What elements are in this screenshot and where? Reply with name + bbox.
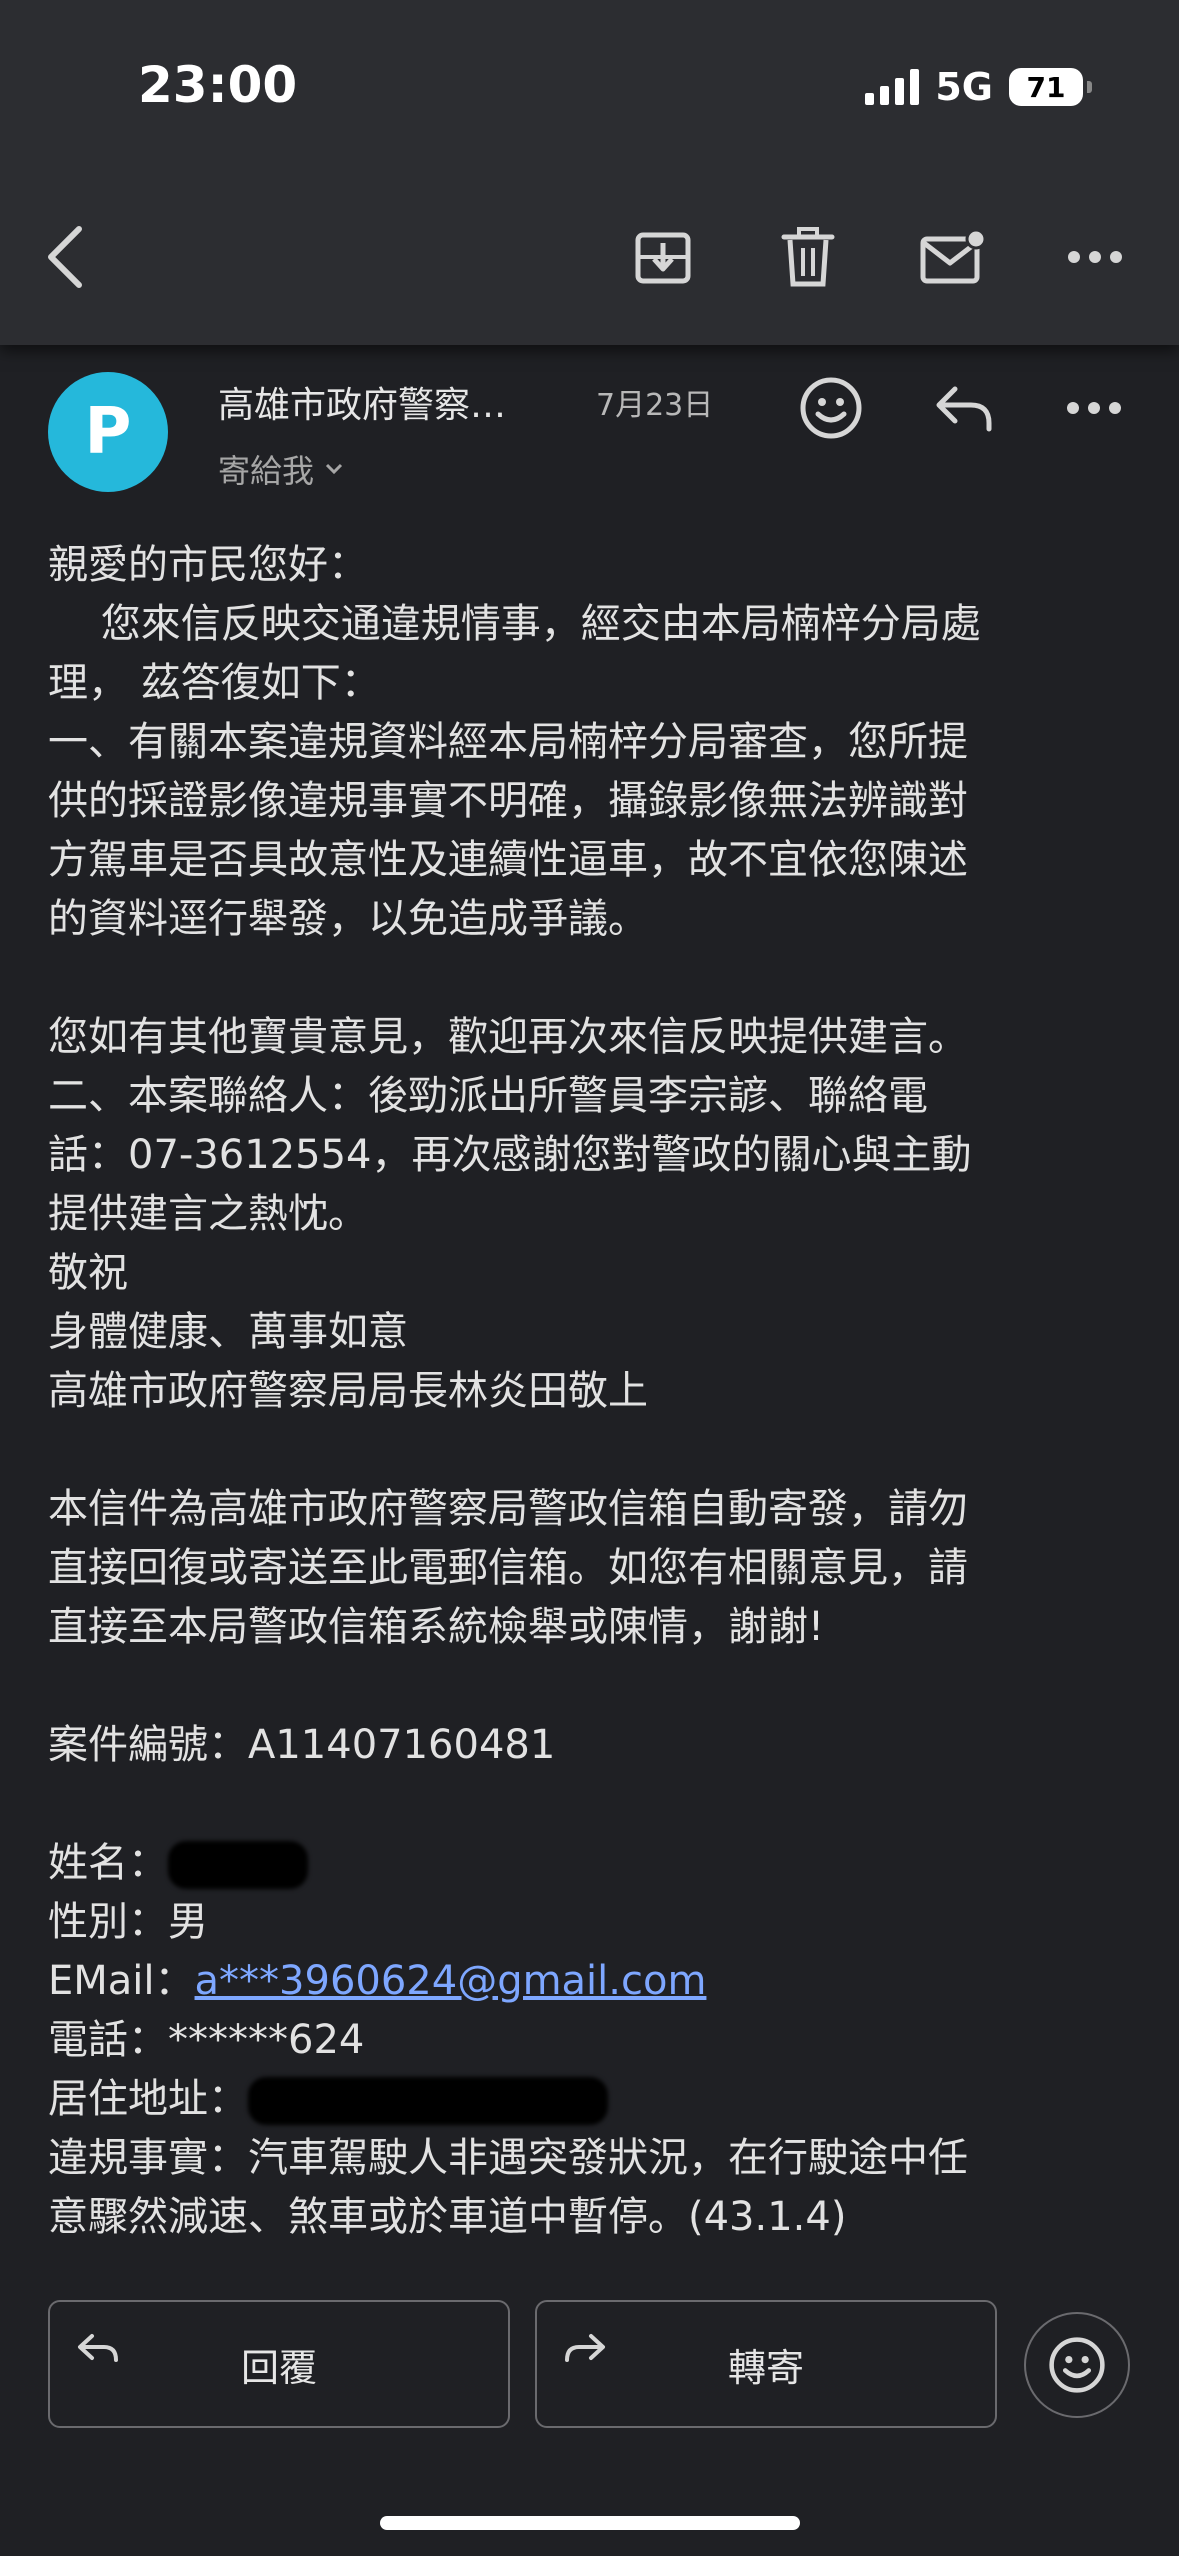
forward-label: 轉寄 xyxy=(727,2345,804,2390)
violation-line: 違規事實：汽車駕駛人非遇突發狀況，在行駛途中任 xyxy=(48,2135,968,2181)
redacted-address xyxy=(248,2077,608,2125)
body-line: 直接至本局警政信箱系統檢舉或陳情，謝謝! xyxy=(48,1604,825,1650)
back-button[interactable] xyxy=(30,222,100,292)
email-link[interactable]: a***3960624@gmail.com xyxy=(195,1958,707,2004)
name-label: 姓名： xyxy=(48,1840,168,1886)
chevron-down-icon xyxy=(325,463,343,475)
delete-button[interactable] xyxy=(773,222,843,292)
emoji-icon xyxy=(1049,2337,1105,2393)
recipient-label: 寄給我 xyxy=(218,452,315,490)
body-line: 的資料逕行舉發，以免造成爭議。 xyxy=(48,896,648,942)
address-label: 居住地址： xyxy=(48,2076,248,2122)
email-row: EMail：a***3960624@gmail.com xyxy=(48,1952,1148,2011)
body-line: 話：07-3612554，再次感謝您對警政的關心與主動 xyxy=(48,1132,972,1178)
signal-icon xyxy=(865,69,920,105)
battery-icon: 71 xyxy=(1009,68,1092,106)
gender-row: 性別：男 xyxy=(48,1899,208,1945)
violation-line: 意驟然減速、煞車或於車道中暫停。(43.1.4) xyxy=(48,2194,847,2240)
more-options-button[interactable] xyxy=(1060,222,1130,292)
emoji-icon xyxy=(800,377,862,439)
body-blank-line xyxy=(48,949,1148,1008)
chevron-left-icon xyxy=(48,226,82,288)
sender-avatar[interactable]: P xyxy=(48,372,168,492)
reply-icon xyxy=(936,386,992,432)
forward-icon xyxy=(565,2334,605,2362)
status-indicators: 5G 71 xyxy=(865,62,1092,112)
more-horizontal-icon xyxy=(1068,251,1122,263)
top-app-bar: 23:00 5G 71 xyxy=(0,0,1179,345)
message-date: 7月23日 xyxy=(596,388,714,423)
forward-action-button[interactable]: 轉寄 xyxy=(535,2300,997,2428)
mail-unread-icon xyxy=(920,229,986,284)
battery-level: 71 xyxy=(1026,70,1066,104)
reply-icon xyxy=(78,2334,118,2362)
reply-label: 回覆 xyxy=(240,2345,317,2390)
body-line: 您來信反映交通違規情事，經交由本局楠梓分局處 xyxy=(48,601,981,647)
status-time: 23:00 xyxy=(138,56,298,114)
body-line: 方駕車是否具故意性及連續性逼車，故不宜依您陳述 xyxy=(48,837,968,883)
mark-unread-button[interactable] xyxy=(918,222,988,292)
applicant-name-row: 姓名： xyxy=(48,1834,1148,1893)
message-body: 親愛的市民您好： 您來信反映交通違規情事，經交由本局楠梓分局處 理， 茲答復如下… xyxy=(48,536,1148,2247)
react-emoji-button[interactable] xyxy=(1024,2312,1130,2418)
sender-name[interactable]: 高雄市政府警察… xyxy=(218,376,506,428)
trash-icon xyxy=(781,227,835,287)
case-number: 案件編號：A11407160481 xyxy=(48,1722,556,1768)
phone-row: 電話：******624 xyxy=(48,2017,365,2063)
reply-action-button[interactable]: 回覆 xyxy=(48,2300,510,2428)
recipient-details-toggle[interactable]: 寄給我 xyxy=(218,446,344,492)
body-line: 敬祝 xyxy=(48,1250,128,1296)
more-horizontal-icon xyxy=(1067,402,1121,414)
body-line: 高雄市政府警察局局長林炎田敬上 xyxy=(48,1368,648,1414)
redacted-name xyxy=(168,1841,308,1889)
network-type: 5G xyxy=(935,65,993,109)
home-indicator[interactable] xyxy=(380,2516,800,2530)
archive-icon xyxy=(635,232,691,284)
body-line: 直接回復或寄送至此電郵信箱。如您有相關意見，請 xyxy=(48,1545,968,1591)
reply-button[interactable] xyxy=(924,368,1004,448)
message-more-button[interactable] xyxy=(1054,368,1134,448)
body-line: 身體健康、萬事如意 xyxy=(48,1309,408,1355)
body-line: 二、本案聯絡人：後勁派出所警員李宗諺、聯絡電 xyxy=(48,1073,928,1119)
body-line: 親愛的市民您好： xyxy=(48,542,368,588)
body-line: 本信件為高雄市政府警察局警政信箱自動寄發，請勿 xyxy=(48,1486,968,1532)
body-line: 理， 茲答復如下： xyxy=(48,660,381,706)
body-line: 提供建言之熱忱。 xyxy=(48,1191,368,1237)
body-blank-line xyxy=(48,1421,1148,1480)
email-label: EMail： xyxy=(48,1958,195,2004)
address-row: 居住地址： xyxy=(48,2070,1148,2129)
body-line: 您如有其他寶貴意見，歡迎再次來信反映提供建言。 xyxy=(48,1014,968,1060)
add-reaction-button[interactable] xyxy=(791,368,871,448)
body-line: 一、有關本案違規資料經本局楠梓分局審查，您所提 xyxy=(48,719,968,765)
archive-button[interactable] xyxy=(628,222,698,292)
body-line: 供的採證影像違規事實不明確，攝錄影像無法辨識對 xyxy=(48,778,968,824)
